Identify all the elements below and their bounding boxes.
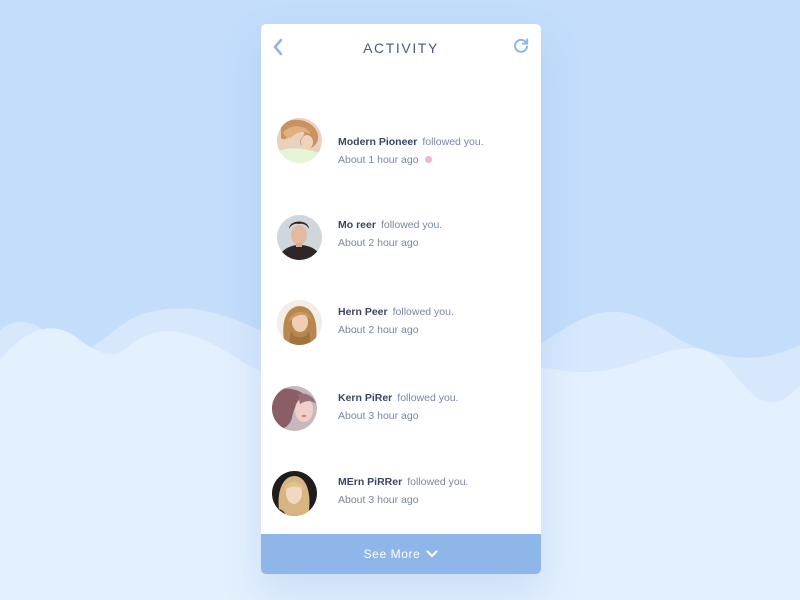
unread-indicator xyxy=(424,155,432,163)
avatar xyxy=(272,386,317,431)
time-label: About 1 hour ago xyxy=(338,154,419,166)
activity-card: ACTIVITY Modern Pioneer followed you. Ab… xyxy=(261,24,541,574)
activity-time: About 2 hour ago xyxy=(338,324,419,336)
activity-item[interactable]: Modern Pioneer followed you. About 1 hour… xyxy=(261,113,541,173)
avatar xyxy=(277,118,322,163)
user-name[interactable]: Hern Peer xyxy=(338,306,388,318)
activity-action: followed you. xyxy=(407,476,469,488)
activity-time: About 3 hour ago xyxy=(338,410,419,422)
activity-text: Mo reer followed you. xyxy=(338,219,442,231)
time-label: About 3 hour ago xyxy=(338,410,419,422)
avatar xyxy=(277,300,322,345)
see-more-label: See More xyxy=(363,547,421,561)
activity-item[interactable]: Mo reer followed you. About 2 hour ago xyxy=(261,196,541,260)
activity-text: Hern Peer followed you. xyxy=(338,306,454,318)
user-name[interactable]: Modern Pioneer xyxy=(338,136,417,148)
activity-item[interactable]: Hern Peer followed you. About 2 hour ago xyxy=(261,282,541,345)
refresh-button[interactable] xyxy=(512,37,530,55)
time-label: About 2 hour ago xyxy=(338,237,419,249)
refresh-icon xyxy=(514,38,529,53)
activity-item[interactable]: MErn PiRRer followed you. About 3 hour ag… xyxy=(261,452,541,516)
activity-time: About 2 hour ago xyxy=(338,237,419,249)
activity-time: About 3 hour ago xyxy=(338,494,419,506)
page-title: ACTIVITY xyxy=(363,40,439,56)
time-label: About 3 hour ago xyxy=(338,494,419,506)
activity-action: followed you. xyxy=(380,219,443,231)
activity-item[interactable]: Kern PiRer followed you. About 3 hour ago xyxy=(261,368,541,431)
user-name[interactable]: Mo reer xyxy=(338,219,376,231)
user-name[interactable]: Kern PiRer xyxy=(338,392,392,404)
see-more-button[interactable]: See More xyxy=(261,534,541,574)
activity-text: Kern PiRer followed you. xyxy=(338,392,459,404)
activity-action: followed you. xyxy=(392,306,454,318)
chevron-down-icon xyxy=(426,534,438,574)
avatar xyxy=(277,215,322,260)
user-name[interactable]: MErn PiRRer xyxy=(338,476,402,488)
activity-action: followed you. xyxy=(397,392,459,404)
activity-text: Modern Pioneer followed you. xyxy=(338,136,484,148)
activity-action: followed you. xyxy=(422,136,484,148)
time-label: About 2 hour ago xyxy=(338,324,419,336)
avatar xyxy=(272,471,317,516)
header: ACTIVITY xyxy=(261,24,541,72)
activity-time: About 1 hour ago xyxy=(338,154,432,166)
activity-text: MErn PiRRer followed you. xyxy=(338,476,468,488)
